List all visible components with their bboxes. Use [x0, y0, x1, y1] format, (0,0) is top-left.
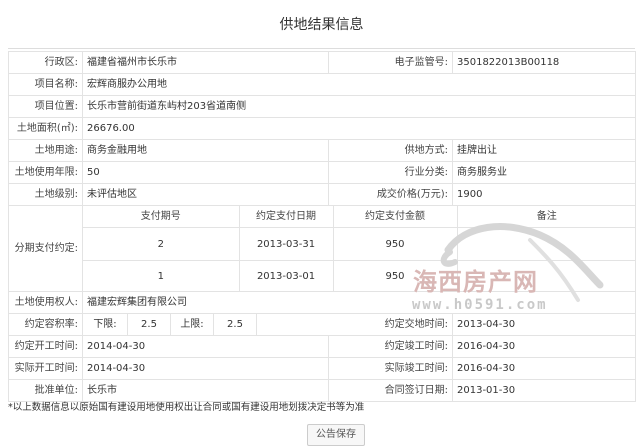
installment-amount: 950 [332, 227, 458, 261]
contract-date-value: 2013-01-30 [452, 379, 636, 402]
start-plan-value: 2014-04-30 [82, 335, 329, 358]
industry-label: 行业分类: [328, 161, 453, 184]
finish-actual-value: 2016-04-30 [452, 357, 636, 380]
page-title: 供地结果信息 [8, 0, 635, 49]
table-row: 约定开工时间: 2014-04-30 约定竣工时间: 2016-04-30 [8, 335, 636, 358]
finish-actual-label: 实际竣工时间: [328, 357, 453, 380]
installment-date: 2013-03-01 [238, 260, 334, 291]
installment-date: 2013-03-31 [238, 227, 334, 261]
land-use-value: 商务金融用地 [82, 139, 329, 162]
upper-value: 2.5 [227, 319, 243, 330]
table-row: 土地使用年限: 50 行业分类: 商务服务业 [8, 161, 636, 184]
finish-plan-value: 2016-04-30 [452, 335, 636, 358]
installment-container: 支付期号 约定支付日期 约定支付金额 备注 2 2013-03-31 950 1… [82, 205, 636, 292]
table-row: 实际开工时间: 2014-04-30 实际竣工时间: 2016-04-30 [8, 357, 636, 380]
installment-header-date: 约定支付日期 [238, 206, 334, 228]
district-label: 行政区: [8, 51, 83, 74]
handover-label: 约定交地时间: [256, 313, 453, 336]
table-row: 土地级别: 未评估地区 成交价格(万元): 1900 [8, 183, 636, 206]
handover-value: 2013-04-30 [452, 313, 636, 336]
right-holder-value: 福建宏辉集团有限公司 [82, 291, 636, 314]
installment-header-row: 支付期号 约定支付日期 约定支付金额 备注 [83, 206, 635, 228]
finish-plan-label: 约定竣工时间: [328, 335, 453, 358]
installment-label: 分期支付约定: [8, 205, 83, 292]
project-name-value: 宏辉商服办公用地 [82, 73, 636, 96]
table-row: 分期支付约定: 支付期号 约定支付日期 约定支付金额 备注 2 2013-03-… [8, 205, 636, 292]
installment-table: 支付期号 约定支付日期 约定支付金额 备注 2 2013-03-31 950 1… [83, 206, 635, 291]
watermark-name: 海西房产网 [413, 268, 538, 296]
land-area-label: 土地面积(㎡): [8, 117, 83, 140]
table-row: 行政区: 福建省福州市长乐市 电子监管号: 3501822013B00118 [8, 51, 636, 74]
installment-header-amount: 约定支付金额 [332, 206, 458, 228]
district-value: 福建省福州市长乐市 [82, 51, 329, 74]
supply-method-label: 供地方式: [328, 139, 453, 162]
installment-row: 1 2013-03-01 950 [83, 260, 635, 291]
installment-remark [456, 227, 635, 261]
installment-row: 2 2013-03-31 950 [83, 227, 635, 261]
industry-value: 商务服务业 [452, 161, 636, 184]
plot-ratio-values: 下限: 2.5 上限: 2.5 [82, 313, 257, 336]
installment-period: 1 [83, 260, 240, 291]
land-level-label: 土地级别: [8, 183, 83, 206]
project-location-value: 长乐市营前街道东屿村203省道南侧 [82, 95, 636, 118]
right-holder-label: 土地使用权人: [8, 291, 83, 314]
land-level-value: 未评估地区 [82, 183, 329, 206]
plot-ratio-label: 约定容积率: [8, 313, 83, 336]
installment-period: 2 [83, 227, 240, 261]
table-row: 土地用途: 商务金融用地 供地方式: 挂牌出让 [8, 139, 636, 162]
watermark-url: www.h0591.com [412, 297, 548, 313]
save-notice-button[interactable]: 公告保存 [307, 424, 365, 446]
start-actual-label: 实际开工时间: [8, 357, 83, 380]
land-area-value: 26676.00 [82, 117, 636, 140]
deal-price-value: 1900 [452, 183, 636, 206]
supervision-value: 3501822013B00118 [452, 51, 636, 74]
start-actual-value: 2014-04-30 [82, 357, 329, 380]
use-years-label: 土地使用年限: [8, 161, 83, 184]
start-plan-label: 约定开工时间: [8, 335, 83, 358]
installment-header-period: 支付期号 [83, 206, 240, 228]
table-row: 土地面积(㎡): 26676.00 [8, 117, 636, 140]
supervision-label: 电子监管号: [328, 51, 453, 74]
table-row: 约定容积率: 下限: 2.5 上限: 2.5 约定交地时间: 2013-04-3… [8, 313, 636, 336]
use-years-value: 50 [82, 161, 329, 184]
project-location-label: 项目位置: [8, 95, 83, 118]
deal-price-label: 成交价格(万元): [328, 183, 453, 206]
supply-method-value: 挂牌出让 [452, 139, 636, 162]
land-use-label: 土地用途: [8, 139, 83, 162]
lower-label: 下限: [84, 314, 128, 335]
table-row: 项目名称: 宏辉商服办公用地 [8, 73, 636, 96]
project-name-label: 项目名称: [8, 73, 83, 96]
lower-value: 2.5 [128, 314, 171, 335]
upper-label: 上限: [171, 314, 214, 335]
disclaimer-note: *以上数据信息以原始国有建设用地使用权出让合同或国有建设用地划拨决定书等为准 [8, 402, 365, 413]
installment-header-remark: 备注 [456, 206, 635, 228]
table-row: 项目位置: 长乐市营前街道东屿村203省道南侧 [8, 95, 636, 118]
land-info-table: 行政区: 福建省福州市长乐市 电子监管号: 3501822013B00118 项… [8, 51, 636, 402]
